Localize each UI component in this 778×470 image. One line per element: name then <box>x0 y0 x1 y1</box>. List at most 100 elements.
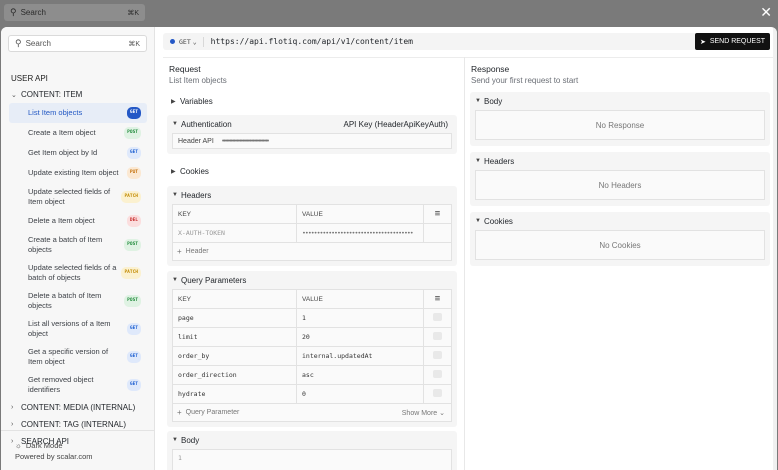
sidebar-item-create-batch[interactable]: Create a batch of Item objects POST <box>9 231 147 259</box>
variables-toggle[interactable]: ▶ Variables <box>167 92 457 110</box>
sidebar-group-content-media[interactable]: › CONTENT: MEDIA (INTERNAL) <box>1 399 154 416</box>
sidebar: ⚲ Search ⌘K USER API ⌄ CONTENT: ITEM Lis… <box>1 27 155 470</box>
url-input[interactable]: https://api.flotiq.com/api/v1/content/it… <box>211 37 413 46</box>
api-client-modal: ⚲ Search ⌘K USER API ⌄ CONTENT: ITEM Lis… <box>1 27 777 470</box>
body-section: ▼ Body 1 <box>167 431 457 470</box>
sidebar-item-list-item-objects[interactable]: List Item objects GET <box>9 103 147 123</box>
sidebar-item-list-versions[interactable]: List all versions of a Item object GET <box>9 315 147 343</box>
body-editor[interactable]: 1 <box>172 449 452 470</box>
param-key-cell[interactable]: hydrate <box>172 384 297 404</box>
authentication-toggle[interactable]: ▼ Authentication API Key (HeaderApiKeyAu… <box>172 115 452 133</box>
add-header-button[interactable]: + Header <box>172 243 452 261</box>
body-toggle[interactable]: ▼ Body <box>172 431 452 449</box>
param-value-cell[interactable]: 0 <box>296 384 424 404</box>
param-value-cell[interactable]: asc <box>296 365 424 385</box>
column-menu-icon[interactable]: ≡ <box>423 204 452 224</box>
response-headers-label: Headers <box>484 156 515 166</box>
variables-section: ▶ Variables <box>167 92 457 110</box>
plus-icon: + <box>177 247 182 256</box>
sidebar-item-get-version[interactable]: Get a specific version of Item object GE… <box>9 343 147 371</box>
header-api-field[interactable]: Header API •••••••••••••••••••••••••••••… <box>172 133 452 149</box>
close-icon[interactable]: ✕ <box>760 4 772 20</box>
show-more-button[interactable]: Show More ⌄ <box>402 409 445 417</box>
param-value-cell[interactable]: 20 <box>296 327 424 347</box>
sidebar-item-delete-item[interactable]: Delete a Item object DEL <box>9 211 147 231</box>
method-dot-icon <box>170 39 175 44</box>
sidebar-item-label: Create a Item object <box>28 128 96 137</box>
headers-toggle[interactable]: ▼ Headers <box>172 186 452 204</box>
send-request-button[interactable]: ➤ SEND REQUEST <box>695 33 770 50</box>
sidebar-item-label: Update selected fields of Item object <box>28 187 111 206</box>
query-parameters-table: KEY VALUE ≡ page 1 limit 20 order_by int… <box>172 289 452 404</box>
sidebar-item-delete-batch[interactable]: Delete a batch of Item objects POST <box>9 287 147 315</box>
param-value-cell[interactable]: 1 <box>296 308 424 328</box>
send-request-label: SEND REQUEST <box>709 38 766 45</box>
column-menu-icon[interactable]: ≡ <box>423 289 452 309</box>
response-cookies-toggle[interactable]: ▼ Cookies <box>475 212 765 230</box>
header-key-cell[interactable]: X-AUTH-TOKEN <box>172 223 297 243</box>
sidebar-item-update-item[interactable]: Update existing Item object PUT <box>9 163 147 183</box>
sidebar-footer: ☼ Dark Mode Powered by scalar.com <box>1 430 154 470</box>
param-enable-checkbox[interactable] <box>423 384 452 404</box>
param-enable-checkbox[interactable] <box>423 327 452 347</box>
method-badge: POST <box>124 239 141 251</box>
query-parameters-toggle[interactable]: ▼ Query Parameters <box>172 271 452 289</box>
chevron-down-icon: ▼ <box>475 98 481 104</box>
chevron-right-icon: ▶ <box>171 168 176 175</box>
sidebar-item-label: List Item objects <box>28 108 83 117</box>
headers-table: KEY VALUE ≡ X-AUTH-TOKEN •••••••••••••••… <box>172 204 452 243</box>
variables-label: Variables <box>180 96 213 106</box>
key-column-header: KEY <box>172 204 297 224</box>
request-subtitle: List Item objects <box>169 76 227 85</box>
dark-mode-toggle[interactable]: ☼ Dark Mode <box>15 440 142 451</box>
param-enable-checkbox[interactable] <box>423 308 452 328</box>
chevron-right-icon: › <box>11 421 14 428</box>
param-enable-checkbox[interactable] <box>423 365 452 385</box>
cookies-toggle[interactable]: ▶ Cookies <box>167 162 457 180</box>
table-row: hydrate 0 <box>172 384 452 404</box>
sidebar-item-create-item[interactable]: Create a Item object POST <box>9 123 147 143</box>
response-body-section: ▼ Body No Response <box>470 92 770 146</box>
method-selector[interactable]: GET ⌄ <box>170 36 204 47</box>
headers-section: ▼ Headers KEY VALUE ≡ X-AUTH-TOKEN •••••… <box>167 186 457 266</box>
sidebar-item-label: Get removed object identifiers <box>28 375 94 394</box>
query-parameters-label: Query Parameters <box>181 275 247 285</box>
method-badge: GET <box>126 147 141 159</box>
row-spacer <box>423 223 452 243</box>
add-header-label: Header <box>185 248 209 255</box>
sidebar-item-get-item-by-id[interactable]: Get Item object by Id GET <box>9 143 147 163</box>
sidebar-item-patch-batch[interactable]: Update selected fields of a batch of obj… <box>9 259 147 287</box>
sidebar-item-label: Get Item object by Id <box>28 148 98 157</box>
plus-icon: + <box>177 408 182 417</box>
header-value-cell[interactable]: •••••••••••••••••••••••••••••••••••••• <box>296 223 424 243</box>
param-key-cell[interactable]: order_by <box>172 346 297 366</box>
auth-scheme-selector[interactable]: API Key (HeaderApiKeyAuth) <box>344 120 449 129</box>
param-key-cell[interactable]: limit <box>172 327 297 347</box>
param-key-cell[interactable]: order_direction <box>172 365 297 385</box>
divider <box>202 36 204 47</box>
param-key-cell[interactable]: page <box>172 308 297 328</box>
response-body-toggle[interactable]: ▼ Body <box>475 92 765 110</box>
response-headers-toggle[interactable]: ▼ Headers <box>475 152 765 170</box>
scrollbar[interactable] <box>773 27 777 470</box>
sidebar-item-removed-identifiers[interactable]: Get removed object identifiers GET <box>9 371 147 399</box>
response-subtitle: Send your first request to start <box>471 76 579 85</box>
table-row: limit 20 <box>172 327 452 347</box>
background-search-shortcut: ⌘K <box>127 9 139 17</box>
dark-mode-label: Dark Mode <box>25 441 63 450</box>
add-query-parameter-button[interactable]: + Query Parameter Show More ⌄ <box>172 404 452 422</box>
param-enable-checkbox[interactable] <box>423 346 452 366</box>
method-badge: DEL <box>126 215 141 227</box>
key-column-header: KEY <box>172 289 297 309</box>
powered-by-link[interactable]: Powered by scalar.com <box>15 451 142 462</box>
table-header-row: KEY VALUE ≡ <box>172 204 452 224</box>
sidebar-search-input[interactable]: ⚲ Search ⌘K <box>8 35 147 52</box>
chevron-down-icon: ▼ <box>172 121 178 127</box>
param-value-cell[interactable]: internal.updatedAt <box>296 346 424 366</box>
sidebar-group-label: CONTENT: MEDIA (INTERNAL) <box>21 403 136 412</box>
table-row: order_by internal.updatedAt <box>172 346 452 366</box>
response-pane: Response Send your first request to star… <box>465 57 776 470</box>
sidebar-group-content-item[interactable]: ⌄ CONTENT: ITEM <box>1 86 154 103</box>
sidebar-item-patch-item[interactable]: Update selected fields of Item object PA… <box>9 183 147 211</box>
sidebar-group-label: CONTENT: ITEM <box>21 90 83 99</box>
